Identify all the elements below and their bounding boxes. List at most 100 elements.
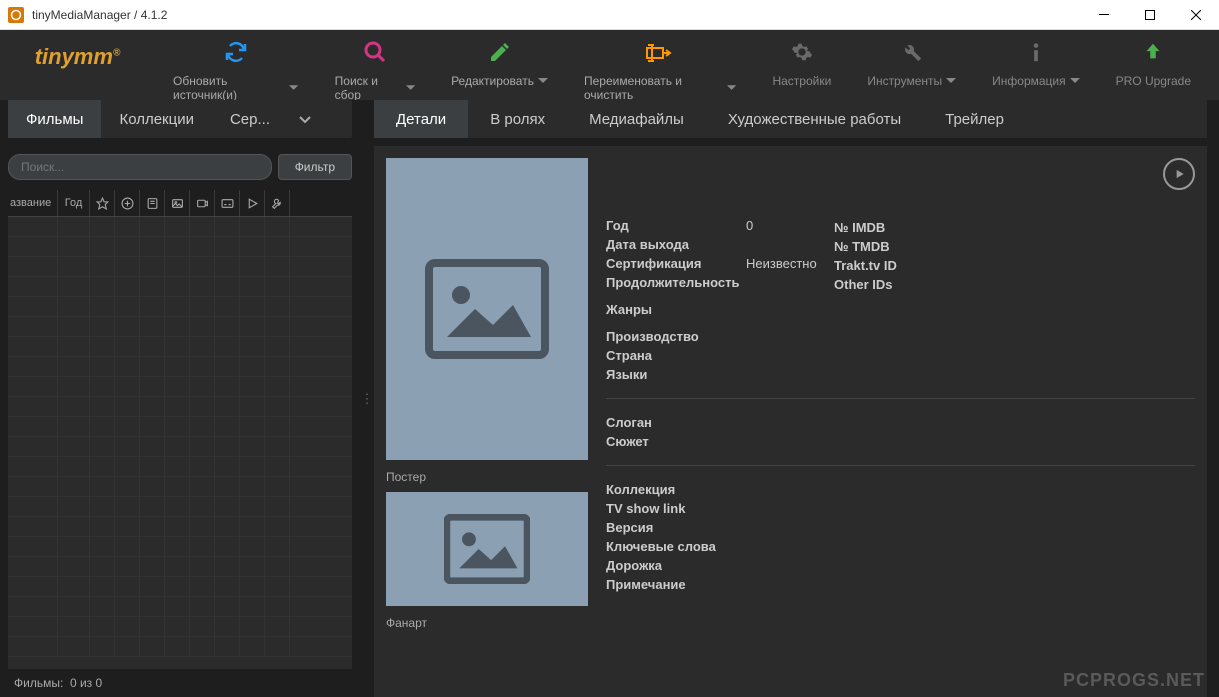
titlebar: tinyMediaManager / 4.1.2	[0, 0, 1219, 30]
main-toolbar: tinymm® Обновить источник(и)Поиск и сбор…	[0, 30, 1219, 100]
play-button[interactable]	[1163, 158, 1195, 190]
tab-series[interactable]: Сер...	[212, 100, 288, 138]
table-row	[8, 517, 352, 537]
info-row: № IMDB	[834, 220, 924, 235]
search-icon	[361, 38, 389, 66]
col-wrench-icon[interactable]	[265, 190, 290, 216]
info-row: Примечание	[606, 577, 1195, 592]
info-row: Сюжет	[606, 434, 1195, 449]
info-key: Год	[606, 218, 746, 233]
filter-button[interactable]: Фильтр	[278, 154, 352, 180]
table-row	[8, 277, 352, 297]
toolbar-rename[interactable]: Переименовать и очистить	[566, 38, 754, 102]
logo-text: tinymm	[35, 44, 113, 69]
info-row: Версия	[606, 520, 1195, 535]
info-key: Жанры	[606, 302, 746, 317]
info-row: TV show link	[606, 501, 1195, 516]
info-key: Страна	[606, 348, 746, 363]
col-video-icon[interactable]	[190, 190, 215, 216]
tab-mediafiles[interactable]: Медиафайлы	[567, 100, 706, 138]
poster-label: Постер	[386, 470, 588, 484]
toolbar-refresh[interactable]: Обновить источник(и)	[155, 38, 317, 102]
info-key: Сюжет	[606, 434, 746, 449]
tab-collections[interactable]: Коллекции	[101, 100, 212, 138]
left-panel: Фильмы Коллекции Сер... Фильтр азвание Г…	[0, 100, 360, 697]
rename-icon	[646, 38, 674, 66]
table-row	[8, 617, 352, 637]
info-row: Языки	[606, 367, 1195, 382]
table-row	[8, 357, 352, 377]
info-key: № TMDB	[834, 239, 924, 254]
toolbar-tools[interactable]: Инструменты	[849, 38, 974, 88]
table-row	[8, 537, 352, 557]
info-row: Слоган	[606, 415, 1195, 430]
upgrade-icon	[1139, 38, 1167, 66]
tab-details[interactable]: Детали	[374, 100, 468, 138]
info-key: Примечание	[606, 577, 746, 592]
info-row: Trakt.tv ID	[834, 258, 924, 273]
col-subtitle-icon[interactable]	[215, 190, 240, 216]
panel-splitter[interactable]: ⋮	[360, 100, 374, 697]
tab-cast[interactable]: В ролях	[468, 100, 567, 138]
table-row	[8, 297, 352, 317]
info-column: Год0Дата выходаСертификацияНеизвестноПро…	[606, 158, 1195, 685]
maximize-button[interactable]	[1127, 0, 1173, 30]
refresh-icon	[222, 38, 250, 66]
status-count: 0 из 0	[70, 676, 102, 690]
tab-artwork[interactable]: Художественные работы	[706, 100, 923, 138]
info-row: № TMDB	[834, 239, 924, 254]
left-tab-bar: Фильмы Коллекции Сер...	[8, 100, 352, 138]
table-row	[8, 377, 352, 397]
info-row: Other IDs	[834, 277, 924, 292]
search-input[interactable]	[8, 154, 272, 180]
grid-body[interactable]	[8, 217, 352, 669]
info-row: Дорожка	[606, 558, 1195, 573]
col-image-icon[interactable]	[165, 190, 190, 216]
col-name[interactable]: азвание	[8, 190, 58, 216]
table-row	[8, 557, 352, 577]
info-key: Дата выхода	[606, 237, 746, 252]
table-row	[8, 577, 352, 597]
fanart-thumbnail[interactable]	[386, 492, 588, 606]
toolbar-settings[interactable]: Настройки	[754, 38, 849, 88]
col-trailer-icon[interactable]	[240, 190, 265, 216]
table-row	[8, 597, 352, 617]
info-key: Коллекция	[606, 482, 746, 497]
col-nfo-icon[interactable]	[140, 190, 165, 216]
status-label: Фильмы:	[14, 676, 63, 690]
settings-icon	[788, 38, 816, 66]
fanart-label: Фанарт	[386, 616, 588, 630]
minimize-button[interactable]	[1081, 0, 1127, 30]
table-row	[8, 457, 352, 477]
watermark: PCPROGS.NET	[1063, 670, 1205, 691]
details-area: Постер Фанарт Год0Дата выходаСертификаци…	[374, 146, 1207, 697]
info-key: TV show link	[606, 501, 746, 516]
tab-movies[interactable]: Фильмы	[8, 100, 101, 138]
table-row	[8, 417, 352, 437]
table-row	[8, 257, 352, 277]
toolbar-info[interactable]: Информация	[974, 38, 1097, 88]
toolbar-upgrade[interactable]: PRO Upgrade	[1098, 38, 1209, 88]
col-plus-icon[interactable]	[115, 190, 140, 216]
close-button[interactable]	[1173, 0, 1219, 30]
poster-thumbnail[interactable]	[386, 158, 588, 460]
window-title: tinyMediaManager / 4.1.2	[32, 8, 167, 22]
table-row	[8, 237, 352, 257]
col-year[interactable]: Год	[58, 190, 90, 216]
app-icon	[8, 7, 24, 23]
tab-trailer[interactable]: Трейлер	[923, 100, 1026, 138]
toolbar-edit[interactable]: Редактировать	[433, 38, 566, 102]
table-row	[8, 477, 352, 497]
info-row: Ключевые слова	[606, 539, 1195, 554]
info-key: Языки	[606, 367, 746, 382]
toolbar-search[interactable]: Поиск и сбор	[317, 38, 433, 102]
info-row: Коллекция	[606, 482, 1195, 497]
right-panel: Детали В ролях Медиафайлы Художественные…	[374, 100, 1219, 697]
info-value: Неизвестно	[746, 256, 817, 271]
tab-expand-icon[interactable]	[288, 114, 322, 124]
table-row	[8, 497, 352, 517]
col-star-icon[interactable]	[90, 190, 115, 216]
info-key: Сертификация	[606, 256, 746, 271]
right-tab-bar: Детали В ролях Медиафайлы Художественные…	[374, 100, 1207, 138]
info-key: Производство	[606, 329, 746, 344]
